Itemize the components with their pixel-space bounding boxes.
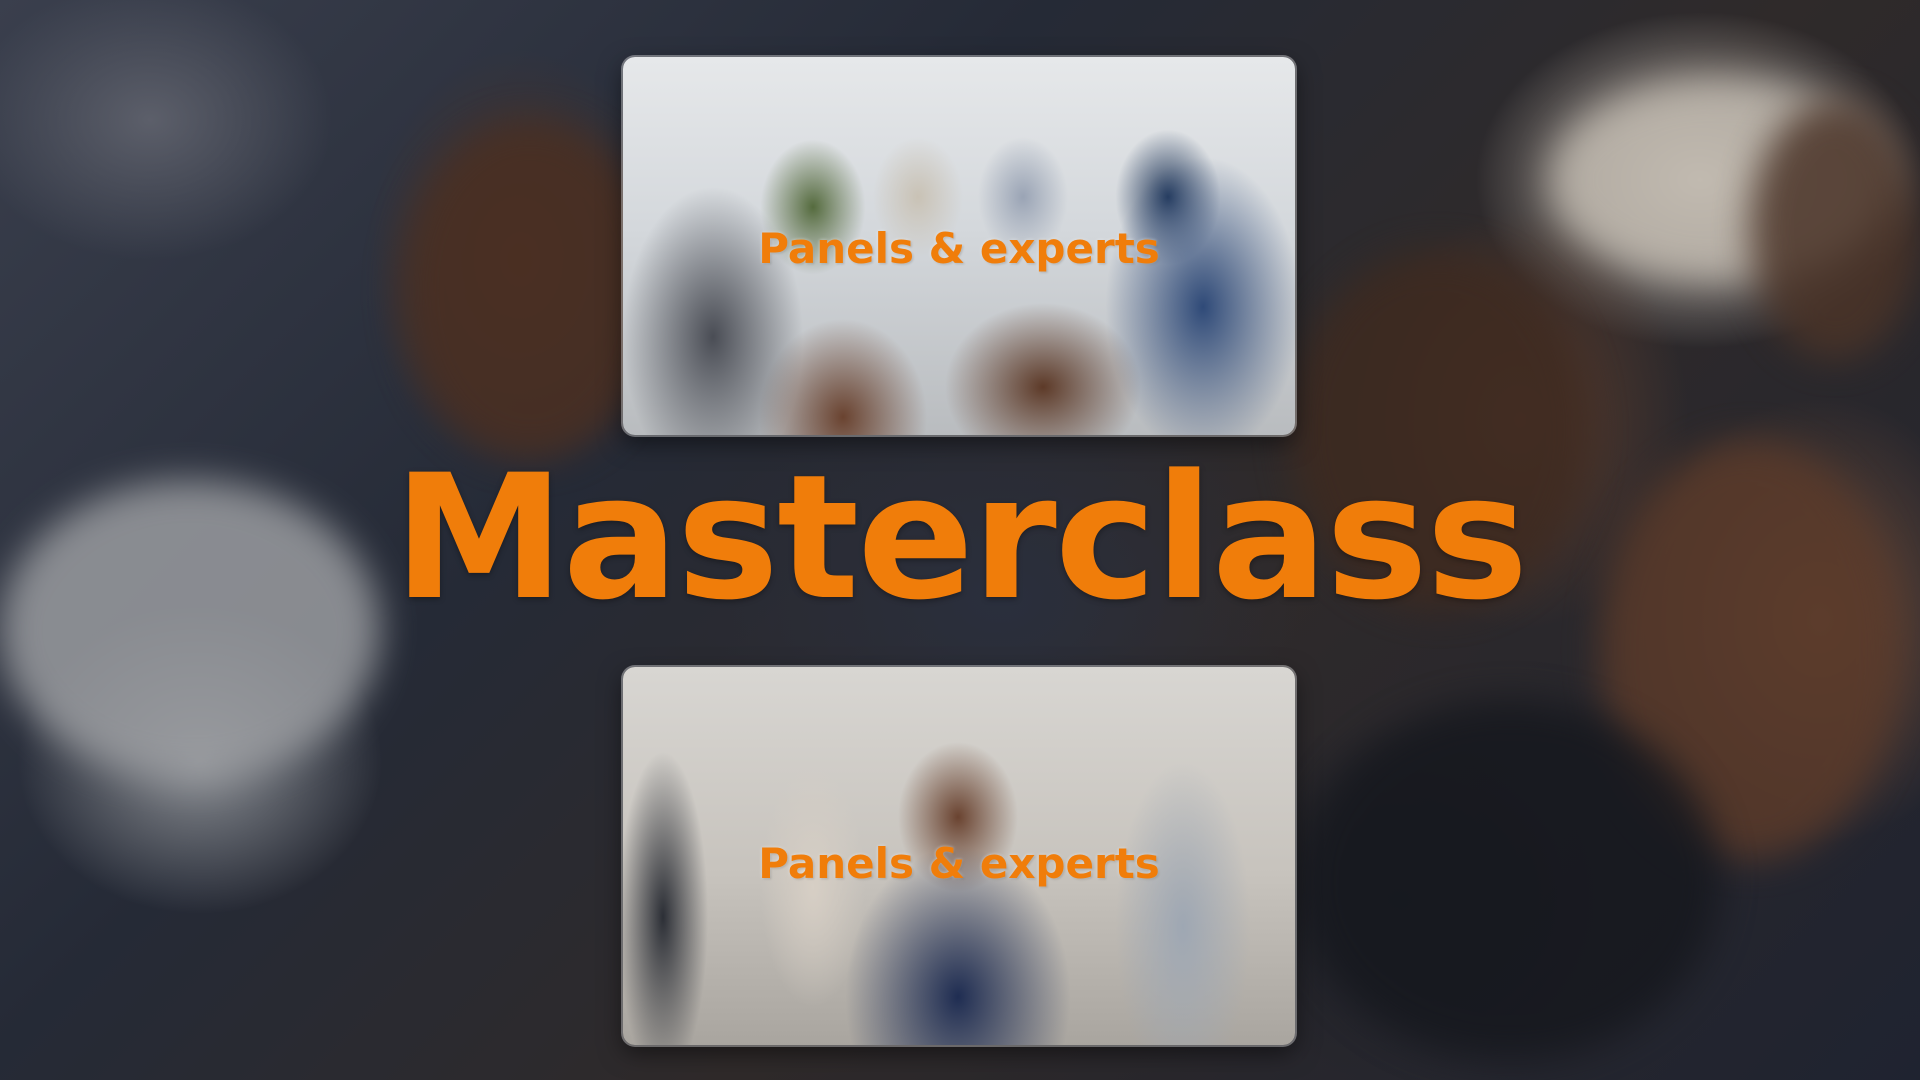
slide-canvas: Panels & experts Masterclass Panels & ex… — [0, 0, 1920, 1080]
panel-caption: Panels & experts — [758, 224, 1160, 273]
handshake-photo-panel: Panels & experts — [623, 57, 1295, 435]
audience-figure — [1750, 100, 1920, 360]
audience-figure — [400, 120, 660, 460]
professional-photo-panel: Panels & experts — [623, 667, 1295, 1045]
audience-figure — [1300, 700, 1720, 1060]
panel-caption: Panels & experts — [758, 839, 1160, 888]
masterclass-headline: Masterclass — [393, 437, 1528, 638]
